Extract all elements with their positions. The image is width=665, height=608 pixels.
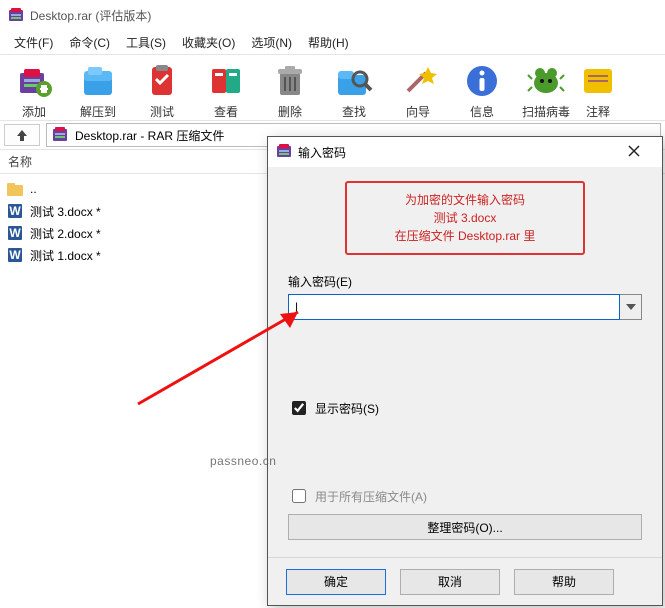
tb-virus[interactable]: 扫描病毒 xyxy=(514,59,578,120)
chevron-down-icon xyxy=(626,304,636,310)
address-text: Desktop.rar - RAR 压缩文件 xyxy=(75,127,224,144)
watermark: passneo.cn xyxy=(210,454,276,468)
menu-file[interactable]: 文件(F) xyxy=(6,32,61,53)
tb-test[interactable]: 测试 xyxy=(130,59,194,120)
tb-delete[interactable]: 删除 xyxy=(258,59,322,120)
svg-text:W: W xyxy=(9,226,21,240)
password-dropdown-button[interactable] xyxy=(620,294,642,320)
docx-icon: W xyxy=(6,224,24,242)
item-text: 测试 3.docx * xyxy=(30,203,101,220)
apply-all-input[interactable] xyxy=(292,489,306,503)
add-icon xyxy=(14,61,54,101)
dialog-footer: 确定 取消 帮助 xyxy=(268,557,662,605)
tb-info-label: 信息 xyxy=(470,103,494,120)
tb-virus-label: 扫描病毒 xyxy=(522,103,570,120)
docx-icon: W xyxy=(6,202,24,220)
item-text: .. xyxy=(30,182,37,196)
tb-extract-label: 解压到 xyxy=(80,103,116,120)
apply-all-label: 用于所有压缩文件(A) xyxy=(315,488,427,505)
tb-wizard-label: 向导 xyxy=(406,103,430,120)
show-password-input[interactable] xyxy=(292,401,306,415)
password-dialog: 输入密码 为加密的文件输入密码 测试 3.docx 在压缩文件 Desktop.… xyxy=(267,136,663,606)
menu-favorites[interactable]: 收藏夹(O) xyxy=(174,32,243,53)
view-icon xyxy=(206,61,246,101)
menu-commands[interactable]: 命令(C) xyxy=(61,32,118,53)
col-name: 名称 xyxy=(8,153,32,170)
tb-delete-label: 删除 xyxy=(278,103,302,120)
tb-find-label: 查找 xyxy=(342,103,366,120)
wizard-icon xyxy=(398,61,438,101)
find-icon xyxy=(334,61,374,101)
organize-label: 整理密码(O)... xyxy=(427,521,502,535)
dialog-body: 为加密的文件输入密码 测试 3.docx 在压缩文件 Desktop.rar 里… xyxy=(268,167,662,557)
msg-line2: 测试 3.docx xyxy=(353,209,577,227)
tb-test-label: 测试 xyxy=(150,103,174,120)
menu-options[interactable]: 选项(N) xyxy=(243,32,300,53)
msg-line3: 在压缩文件 Desktop.rar 里 xyxy=(353,227,577,245)
tb-extract[interactable]: 解压到 xyxy=(66,59,130,120)
dialog-titlebar: 输入密码 xyxy=(268,137,662,167)
toolbar: 添加 解压到 测试 查看 删除 查找 向导 信息 扫描病毒 注释 xyxy=(0,54,665,120)
dialog-icon xyxy=(276,143,292,162)
tb-wizard[interactable]: 向导 xyxy=(386,59,450,120)
tb-add-label: 添加 xyxy=(22,103,46,120)
svg-text:W: W xyxy=(9,204,21,218)
tb-comment[interactable]: 注释 xyxy=(578,59,618,120)
tb-comment-label: 注释 xyxy=(586,103,610,120)
tb-find[interactable]: 查找 xyxy=(322,59,386,120)
tb-info[interactable]: 信息 xyxy=(450,59,514,120)
close-icon xyxy=(628,145,640,157)
show-password-label: 显示密码(S) xyxy=(315,400,379,417)
item-text: 测试 1.docx * xyxy=(30,247,101,264)
dialog-title: 输入密码 xyxy=(298,144,346,161)
delete-icon xyxy=(270,61,310,101)
comment-icon xyxy=(578,61,618,101)
ok-button[interactable]: 确定 xyxy=(286,569,386,595)
folder-up-icon xyxy=(6,180,24,198)
dialog-message-box: 为加密的文件输入密码 测试 3.docx 在压缩文件 Desktop.rar 里 xyxy=(345,181,585,255)
tb-view[interactable]: 查看 xyxy=(194,59,258,120)
organize-passwords-button[interactable]: 整理密码(O)... xyxy=(288,514,642,540)
virus-icon xyxy=(526,61,566,101)
help-button[interactable]: 帮助 xyxy=(514,569,614,595)
password-label: 输入密码(E) xyxy=(288,273,642,290)
window-titlebar: Desktop.rar (评估版本) xyxy=(0,0,665,30)
tb-view-label: 查看 xyxy=(214,103,238,120)
item-text: 测试 2.docx * xyxy=(30,225,101,242)
archive-icon xyxy=(51,125,69,146)
up-button[interactable] xyxy=(4,124,40,146)
app-icon xyxy=(8,7,24,23)
show-password-checkbox[interactable]: 显示密码(S) xyxy=(288,398,642,418)
password-field-wrap xyxy=(288,294,642,320)
msg-line1: 为加密的文件输入密码 xyxy=(353,191,577,209)
dialog-close-button[interactable] xyxy=(614,144,654,160)
up-arrow-icon xyxy=(15,128,29,142)
cancel-button[interactable]: 取消 xyxy=(400,569,500,595)
docx-icon: W xyxy=(6,246,24,264)
tb-add[interactable]: 添加 xyxy=(2,59,66,120)
window-title: Desktop.rar (评估版本) xyxy=(30,7,151,24)
svg-text:W: W xyxy=(9,248,21,262)
password-input[interactable] xyxy=(288,294,620,320)
apply-all-checkbox[interactable]: 用于所有压缩文件(A) xyxy=(288,486,642,506)
menu-help[interactable]: 帮助(H) xyxy=(300,32,357,53)
info-icon xyxy=(462,61,502,101)
test-icon xyxy=(142,61,182,101)
menubar: 文件(F) 命令(C) 工具(S) 收藏夹(O) 选项(N) 帮助(H) xyxy=(0,30,665,54)
menu-tools[interactable]: 工具(S) xyxy=(118,32,174,53)
extract-icon xyxy=(78,61,118,101)
